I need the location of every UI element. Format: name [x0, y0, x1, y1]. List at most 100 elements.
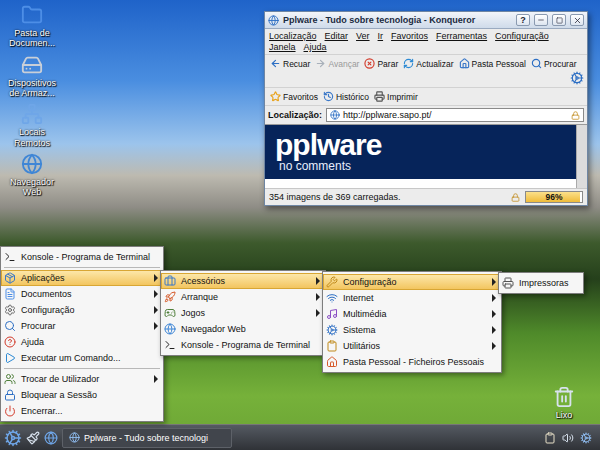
submenu: AcessóriosArranqueJogosNavegador WebKons…: [160, 270, 326, 356]
menu-bar-item[interactable]: Configuração: [495, 31, 549, 41]
menu-item[interactable]: Acessórios: [161, 273, 325, 289]
web-browser-icon: [21, 153, 43, 175]
menu-item[interactable]: Configuração: [1, 302, 163, 318]
menu-item[interactable]: Ajuda: [1, 334, 163, 350]
toolbar-button[interactable]: Histórico: [321, 90, 371, 103]
status-bar: 354 imagens de 369 carregadas.96%: [265, 188, 587, 205]
menu-bar: Localização Editar Ver Ir Favoritos Ferrament…: [265, 29, 587, 54]
documents-icon: [4, 288, 16, 300]
toolbar-button[interactable]: Favoritos: [268, 90, 320, 103]
menu-bar-item[interactable]: Localização: [269, 31, 317, 41]
lock-icon: [4, 389, 16, 401]
menu-bar-item[interactable]: Janela: [269, 42, 296, 52]
history-icon: [323, 91, 334, 102]
submenu-arrow-icon: [491, 278, 497, 286]
clipboard-icon[interactable]: [544, 432, 556, 444]
task-button[interactable]: Pplware - Tudo sobre tecnologi: [62, 428, 232, 448]
menu-bar-item[interactable]: Ferramentas: [436, 31, 487, 41]
toolbar-button[interactable]: Imprimir: [372, 90, 420, 103]
remote-places-icon: [21, 103, 43, 125]
menu-bar-item[interactable]: Editar: [325, 31, 349, 41]
minimize-button[interactable]: [534, 14, 548, 26]
toolbar-button[interactable]: Recuar: [268, 57, 312, 70]
accessories-icon: [164, 275, 176, 287]
maximize-icon: [556, 17, 563, 24]
run-icon: [4, 352, 16, 364]
menu-bar-item[interactable]: Ajuda: [304, 42, 327, 52]
scrollbar[interactable]: [576, 125, 587, 188]
menu-item[interactable]: Navegador Web: [161, 321, 325, 337]
toolbar-button[interactable]: Avançar: [313, 57, 361, 70]
quick-launch-icon[interactable]: [26, 431, 40, 445]
title-bar[interactable]: Pplware - Tudo sobre tecnologia - Konque…: [265, 12, 587, 29]
desktop-icon[interactable]: Pasta de Documen...: [2, 4, 62, 49]
toolbar-button[interactable]: Pasta Pessoal: [457, 57, 528, 70]
desktop-icons: Pasta de Documen... Dispositivos de Armaz…: [2, 4, 62, 198]
switch-user-icon: [4, 373, 16, 385]
trash[interactable]: Lixo: [534, 386, 594, 420]
k-menu-button-icon[interactable]: [4, 429, 22, 447]
bookmarks-toolbar: FavoritosHistóricoImprimir: [265, 87, 587, 105]
menu-item[interactable]: Sistema: [323, 322, 501, 338]
quick-launch-browser-icon[interactable]: [44, 431, 58, 445]
submenu-arrow-icon: [491, 310, 497, 318]
site-banner[interactable]: pplwareno comments: [265, 125, 576, 179]
toolbar-button[interactable]: Procurar: [529, 57, 579, 70]
desktop-icon[interactable]: Locais Remotos: [2, 103, 62, 148]
submenu-arrow-icon: [491, 326, 497, 334]
trash-icon: [553, 386, 575, 408]
menu-item[interactable]: Configuração: [323, 274, 501, 290]
close-button[interactable]: [570, 14, 584, 26]
page-area: pplwareno comments: [265, 125, 576, 188]
terminal-icon: [4, 251, 16, 263]
utilities-icon: [326, 340, 338, 352]
home-icon: [459, 58, 470, 69]
menu-item[interactable]: Arranque: [161, 289, 325, 305]
terminal-icon: [164, 339, 176, 351]
system-tray: [540, 432, 596, 444]
tray-gear-icon[interactable]: [580, 432, 592, 444]
submenu-arrow-icon: [153, 274, 159, 282]
maximize-button[interactable]: [552, 14, 566, 26]
menu-item[interactable]: Executar um Comando...: [1, 350, 163, 366]
submenu-arrow-icon: [491, 294, 497, 302]
menu-item[interactable]: Encerrar...: [1, 403, 163, 419]
stop-icon: [364, 58, 375, 69]
menu-item[interactable]: Trocar de Utilizador: [1, 371, 163, 387]
volume-icon[interactable]: [562, 432, 574, 444]
desktop-icon[interactable]: Navegador Web: [2, 153, 62, 198]
startup-icon: [164, 291, 176, 303]
menu-item[interactable]: Impressoras: [499, 275, 583, 291]
menu-item[interactable]: Pasta Pessoal - Ficheiros Pessoais: [323, 354, 501, 370]
desktop-icon[interactable]: Dispositivos de Armaz...: [2, 54, 62, 99]
menu-item[interactable]: Multimédia: [323, 306, 501, 322]
help-button[interactable]: ?: [516, 14, 530, 26]
back-arrow-icon: [270, 58, 281, 69]
page-content: pplwareno comments: [265, 124, 587, 188]
submenu-arrow-icon: [153, 290, 159, 298]
menu-item[interactable]: Konsole - Programa de Terminal: [1, 249, 163, 265]
menu-item[interactable]: Konsole - Programa de Terminal: [161, 337, 325, 353]
menu-item[interactable]: Procurar: [1, 318, 163, 334]
reload-icon: [403, 58, 414, 69]
url-field[interactable]: http://pplware.sapo.pt/: [326, 108, 584, 122]
documents-folder-icon: [21, 4, 43, 26]
menu-bar-item[interactable]: Ver: [356, 31, 370, 41]
toolbar-button[interactable]: Parar: [362, 57, 400, 70]
security-icon: [511, 193, 520, 202]
menu-item[interactable]: Jogos: [161, 305, 325, 321]
search-icon: [4, 320, 16, 332]
main-toolbar: RecuarAvançarPararActualizarPasta Pessoa…: [265, 54, 587, 87]
k-menu: Konsole - Programa de Terminal Aplicações…: [0, 246, 164, 422]
kde-gear-icon: [570, 71, 584, 85]
menu-item[interactable]: Documentos: [1, 286, 163, 302]
menu-item[interactable]: Aplicações: [1, 270, 163, 286]
menu-item[interactable]: Utilitários: [323, 338, 501, 354]
lock-icon: [571, 111, 580, 120]
settings-icon: [326, 276, 338, 288]
menu-bar-item[interactable]: Ir: [378, 31, 384, 41]
menu-item[interactable]: Internet: [323, 290, 501, 306]
menu-bar-item[interactable]: Favoritos: [391, 31, 428, 41]
toolbar-button[interactable]: Actualizar: [401, 57, 455, 70]
menu-item[interactable]: Bloquear a Sessão: [1, 387, 163, 403]
